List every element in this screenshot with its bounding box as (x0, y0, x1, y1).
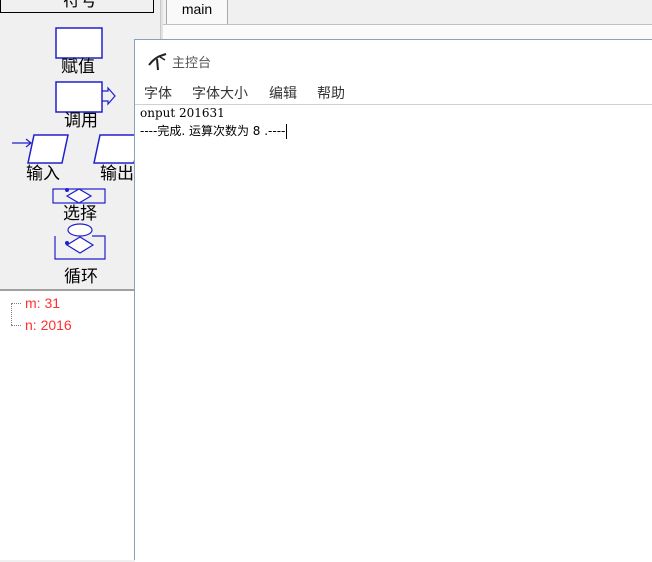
menu-help[interactable]: 帮助 (317, 83, 345, 103)
palette-header-box: 符号 (0, 0, 154, 13)
console-window: 主控台 字体 字体大小 编辑 帮助 onput 201631 ----完成. 运… (134, 39, 652, 562)
assign-block-label: 赋值 (61, 57, 95, 77)
tree-connector (11, 325, 21, 326)
output-block[interactable]: 输出 (90, 133, 134, 185)
output-line: onput 201631 (140, 106, 225, 120)
editor-area (163, 25, 652, 39)
loop-block-icon (54, 223, 106, 260)
console-title-bar[interactable]: 主控台 (135, 40, 652, 80)
loop-block-label: 循环 (64, 267, 98, 287)
call-block-label: 调用 (64, 111, 98, 131)
app-logo-icon (148, 53, 167, 71)
variable-tree: m: 31 n: 2016 (0, 291, 134, 560)
console-title: 主控台 (172, 56, 212, 71)
selection-block[interactable]: 选择 (50, 186, 112, 226)
call-block-icon (55, 81, 116, 113)
tab-main[interactable]: main (166, 0, 228, 24)
tab-strip (163, 0, 652, 25)
menu-font-size[interactable]: 字体大小 (192, 83, 248, 103)
output-block-label: 输出 (100, 164, 134, 184)
selection-block-label: 选择 (63, 204, 97, 224)
input-block-label: 输入 (26, 164, 60, 184)
input-block-icon (12, 134, 69, 164)
console-output[interactable]: onput 201631 ----完成. 运算次数为 8 .---- (135, 104, 652, 562)
output-block-icon (93, 134, 134, 164)
console-menu-bar: 字体 字体大小 编辑 帮助 (135, 80, 652, 104)
input-block[interactable]: 输入 (10, 133, 72, 185)
variable-item[interactable]: n: 2016 (25, 317, 72, 333)
loop-block[interactable]: 循环 (50, 223, 112, 287)
assign-block[interactable]: 赋值 (50, 26, 110, 78)
tree-connector (11, 303, 21, 304)
call-block[interactable]: 调用 (50, 80, 120, 130)
output-line: ----完成. 运算次数为 8 .---- (140, 124, 286, 138)
selection-block-icon (52, 188, 106, 204)
menu-font[interactable]: 字体 (144, 83, 172, 103)
variable-item[interactable]: m: 31 (25, 295, 60, 311)
assign-block-icon (55, 27, 103, 59)
menu-edit[interactable]: 编辑 (269, 83, 297, 103)
palette-header-label: 符号 (63, 0, 97, 11)
tree-connector (11, 303, 12, 325)
text-caret (286, 124, 287, 139)
